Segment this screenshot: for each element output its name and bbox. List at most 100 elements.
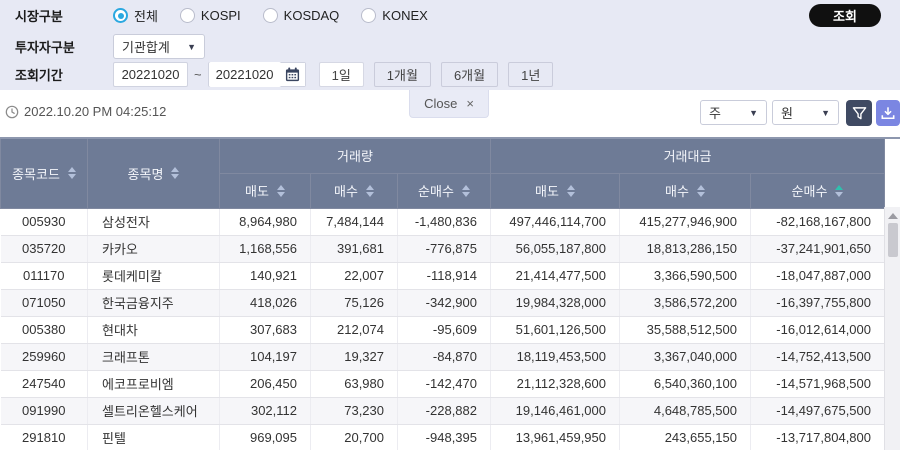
cell-vol_buy: 73,230: [311, 397, 398, 424]
table-row[interactable]: 291810핀텔969,09520,700-948,39513,961,459,…: [1, 424, 885, 450]
cell-code: 091990: [1, 397, 88, 424]
period-1year-button[interactable]: 1년: [508, 62, 553, 87]
cell-val_sell: 56,055,187,800: [491, 235, 620, 262]
chevron-down-icon: ▼: [749, 108, 758, 118]
unit-currency-value: 원: [781, 103, 793, 122]
table-row[interactable]: 259960크래프톤104,19719,327-84,87018,119,453…: [1, 343, 885, 370]
table-top-border: [0, 137, 900, 139]
filter-button[interactable]: [846, 100, 872, 126]
tab-close-label: Close: [424, 96, 457, 111]
period-6month-button[interactable]: 6개월: [441, 62, 498, 87]
cell-name: 삼성전자: [88, 208, 220, 235]
date-from-input[interactable]: [113, 62, 188, 87]
table-row[interactable]: 011170롯데케미칼140,92122,007-118,91421,414,4…: [1, 262, 885, 289]
cell-vol_buy: 63,980: [311, 370, 398, 397]
radio-icon: [180, 8, 195, 23]
market-type-label: 시장구분: [15, 6, 113, 25]
scrollbar-thumb[interactable]: [888, 223, 898, 257]
col-header-name[interactable]: 종목명: [88, 138, 220, 208]
col-header-volume-sell[interactable]: 매도: [220, 173, 311, 208]
cell-val_sell: 19,984,328,000: [491, 289, 620, 316]
cell-val_buy: 6,540,360,100: [620, 370, 751, 397]
sort-icon[interactable]: [68, 167, 76, 179]
cell-vol_buy: 20,700: [311, 424, 398, 450]
cell-vol_sell: 140,921: [220, 262, 311, 289]
col-header-value-net[interactable]: 순매수: [751, 173, 885, 208]
sort-icon[interactable]: [697, 185, 705, 197]
cell-vol_net: -142,470: [398, 370, 491, 397]
cell-val_sell: 18,119,453,500: [491, 343, 620, 370]
col-header-value-sell[interactable]: 매도: [491, 173, 620, 208]
table-row[interactable]: 091990셀트리온헬스케어302,11273,230-228,88219,14…: [1, 397, 885, 424]
cell-code: 259960: [1, 343, 88, 370]
date-to-input[interactable]: [209, 62, 281, 87]
cell-vol_net: -1,480,836: [398, 208, 491, 235]
cell-code: 247540: [1, 370, 88, 397]
filter-icon: [852, 106, 867, 121]
sort-icon[interactable]: [171, 167, 179, 179]
radio-konex[interactable]: KONEX: [361, 8, 428, 23]
col-header-value-buy[interactable]: 매수: [620, 173, 751, 208]
cell-val_buy: 18,813,286,150: [620, 235, 751, 262]
investor-type-select[interactable]: 기관합계 ▼: [113, 34, 205, 59]
cell-vol_net: -948,395: [398, 424, 491, 450]
last-updated-timestamp: 2022.10.20 PM 04:25:12: [5, 104, 166, 119]
cell-name: 한국금융지주: [88, 289, 220, 316]
table-row[interactable]: 005380현대차307,683212,074-95,60951,601,126…: [1, 316, 885, 343]
cell-val_net: -37,241,901,650: [751, 235, 885, 262]
period-shortcut-group: 1일 1개월 6개월 1년: [319, 62, 554, 87]
col-header-code[interactable]: 종목코드: [1, 138, 88, 208]
sort-icon[interactable]: [277, 185, 285, 197]
cell-vol_sell: 307,683: [220, 316, 311, 343]
sort-icon[interactable]: [366, 185, 374, 197]
cell-vol_net: -95,609: [398, 316, 491, 343]
investor-type-value: 기관합계: [122, 37, 170, 56]
date-to-wrap: [208, 62, 306, 87]
cell-val_buy: 4,648,785,500: [620, 397, 751, 424]
scroll-up-arrow-icon[interactable]: [888, 213, 898, 219]
cell-val_buy: 3,586,572,200: [620, 289, 751, 316]
radio-kosdaq[interactable]: KOSDAQ: [263, 8, 340, 23]
col-header-volume-buy[interactable]: 매수: [311, 173, 398, 208]
calendar-icon[interactable]: [281, 63, 305, 86]
investor-type-label: 투자자구분: [15, 37, 113, 56]
download-button[interactable]: [876, 100, 900, 126]
radio-all[interactable]: 전체: [113, 6, 158, 25]
unit-share-select[interactable]: 주 ▼: [700, 100, 767, 125]
radio-kospi[interactable]: KOSPI: [180, 8, 241, 23]
table-row[interactable]: 247540에코프로비엠206,45063,980-142,47021,112,…: [1, 370, 885, 397]
sort-icon[interactable]: [462, 185, 470, 197]
cell-val_net: -16,012,614,000: [751, 316, 885, 343]
cell-val_sell: 19,146,461,000: [491, 397, 620, 424]
vertical-scrollbar[interactable]: [884, 207, 900, 450]
sort-icon[interactable]: [567, 185, 575, 197]
cell-val_buy: 415,277,946,900: [620, 208, 751, 235]
radio-icon: [113, 8, 128, 23]
table-row[interactable]: 005930삼성전자8,964,9807,484,144-1,480,83649…: [1, 208, 885, 235]
period-1month-button[interactable]: 1개월: [374, 62, 431, 87]
unit-currency-select[interactable]: 원 ▼: [772, 100, 839, 125]
cell-vol_sell: 302,112: [220, 397, 311, 424]
cell-val_buy: 35,588,512,500: [620, 316, 751, 343]
radio-icon: [263, 8, 278, 23]
cell-vol_net: -118,914: [398, 262, 491, 289]
col-header-volume-net[interactable]: 순매수: [398, 173, 491, 208]
table-row[interactable]: 035720카카오1,168,556391,681-776,87556,055,…: [1, 235, 885, 262]
sort-icon-active[interactable]: [835, 185, 843, 197]
cell-val_net: -16,397,755,800: [751, 289, 885, 316]
close-icon[interactable]: ×: [466, 96, 474, 111]
cell-vol_buy: 22,007: [311, 262, 398, 289]
cell-code: 011170: [1, 262, 88, 289]
radio-icon: [361, 8, 376, 23]
cell-val_sell: 497,446,114,700: [491, 208, 620, 235]
download-icon: [881, 106, 895, 120]
cell-vol_buy: 19,327: [311, 343, 398, 370]
cell-code: 005380: [1, 316, 88, 343]
cell-code: 291810: [1, 424, 88, 450]
table-row[interactable]: 071050한국금융지주418,02675,126-342,90019,984,…: [1, 289, 885, 316]
radio-kosdaq-label: KOSDAQ: [284, 8, 340, 23]
search-button[interactable]: 조회: [809, 4, 881, 27]
tab-close[interactable]: Close ×: [409, 90, 489, 118]
cell-val_sell: 13,961,459,950: [491, 424, 620, 450]
period-1day-button[interactable]: 1일: [319, 62, 364, 87]
